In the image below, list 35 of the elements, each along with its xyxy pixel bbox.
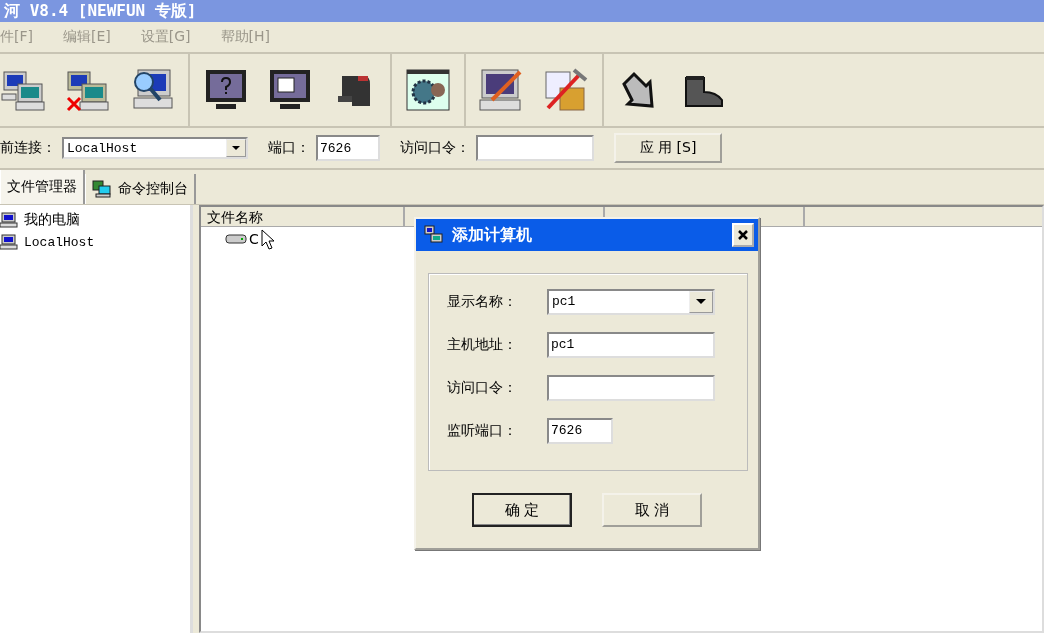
cancel-button[interactable]: 取 消 <box>602 493 702 527</box>
close-button[interactable] <box>732 223 754 247</box>
connection-label: 前连接： <box>0 139 56 157</box>
mouse-cursor-icon <box>261 229 275 251</box>
ok-button[interactable]: 确 定 <box>472 493 572 527</box>
drive-name[interactable]: C <box>249 231 259 247</box>
input-field[interactable] <box>547 374 715 401</box>
apply-button[interactable]: 应 用 [S] <box>614 133 722 163</box>
drive-icon <box>225 233 247 245</box>
input-field[interactable]: 7626 <box>547 417 613 444</box>
field-label: 显示名称： <box>447 292 518 311</box>
host-dropdown[interactable]: LocalHost <box>62 137 248 159</box>
field-label: 监听端口： <box>447 421 518 440</box>
tab-label: 命令控制台 <box>118 180 188 198</box>
field-label: 主机地址： <box>447 335 518 354</box>
name-dropdown[interactable]: pc1 <box>547 288 715 315</box>
window-title: 河 V8.4 [NEWFUN 专版] <box>3 0 197 22</box>
tab[interactable]: 文件管理器 <box>0 170 85 204</box>
tab-label: 文件管理器 <box>7 178 77 196</box>
tree-item[interactable]: LocalHost <box>0 231 190 253</box>
password-field[interactable] <box>476 135 594 161</box>
tree-item[interactable]: 我的电脑 <box>0 209 190 231</box>
port-field[interactable]: 7626 <box>316 135 380 161</box>
computers-icon <box>424 225 444 245</box>
computers-icon <box>92 180 112 198</box>
gears-icon[interactable] <box>404 66 452 114</box>
input-field[interactable]: pc1 <box>547 331 715 358</box>
password-label: 访问口令： <box>400 139 470 157</box>
dropdown-arrow-icon <box>696 299 706 304</box>
dialog-title: 添加计算机 <box>452 224 533 246</box>
field-label: 访问口令： <box>447 378 518 397</box>
dropdown-arrow-icon <box>232 146 240 150</box>
close-icon <box>738 230 748 240</box>
document-hammer-icon[interactable] <box>542 66 590 114</box>
port-label: 端口： <box>268 139 310 157</box>
